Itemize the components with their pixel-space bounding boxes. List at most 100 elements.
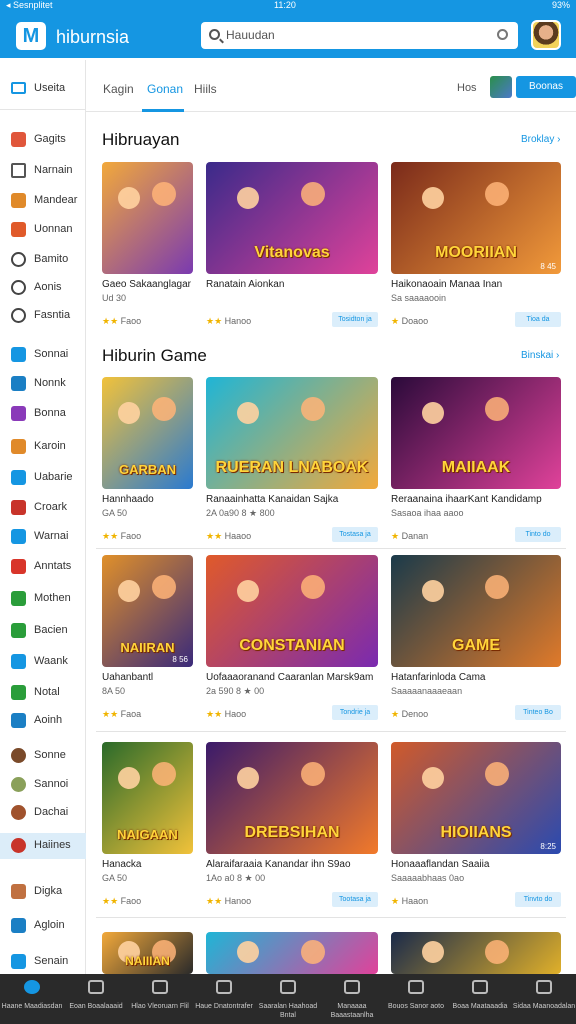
sidebar-item[interactable]: Bonna <box>0 401 86 427</box>
bottom-nav-item[interactable]: Hlao Vleoruarn Flil <box>128 974 192 1024</box>
profile-thumbnail[interactable] <box>490 76 512 98</box>
section-see-all-link[interactable]: Binskai › <box>521 350 559 361</box>
character-art <box>118 186 141 209</box>
game-thumbnail[interactable]: RUERAN LNABOAK <box>206 377 378 489</box>
action-button[interactable]: Boonas <box>516 76 576 98</box>
character-art <box>118 401 141 424</box>
game-meta: 8A 50 <box>102 686 126 696</box>
purple-app-icon <box>11 406 26 421</box>
game-thumbnail[interactable]: GAME <box>391 555 561 667</box>
calendar-icon <box>216 980 232 994</box>
game-thumbnail[interactable] <box>102 162 193 274</box>
sidebar-item[interactable]: Senain <box>0 949 86 975</box>
game-thumbnail[interactable]: NAIIRAN 8 56 <box>102 555 193 667</box>
sidebar-item[interactable]: Bamito <box>0 247 86 273</box>
character-art <box>484 939 509 964</box>
bottom-navigation: Haane Maadiasdan Eoan Boaalaaaid Hlao Vleo… <box>0 974 576 1024</box>
section-see-all-link[interactable]: Broklay › <box>521 134 560 145</box>
search-bar[interactable]: Hauudan <box>201 22 518 49</box>
sidebar-item-label: Dachai <box>34 806 69 818</box>
bottom-nav-item[interactable]: Bouos Sanor aoto <box>384 974 448 1024</box>
install-button[interactable]: Tinto do <box>515 527 561 542</box>
game-thumbnail[interactable]: NAIIIAN <box>102 932 193 974</box>
rating: ★★ Faoo <box>102 316 141 327</box>
search-input[interactable]: Hauudan <box>226 28 275 42</box>
sidebar-header[interactable]: Useita <box>0 60 86 110</box>
tab-kagin[interactable]: Kagin <box>103 82 134 96</box>
install-button[interactable]: Tostasa ja <box>332 527 378 542</box>
sidebar-item[interactable]: Sonnai <box>0 342 86 368</box>
sidebar-item[interactable]: Digka <box>0 879 86 905</box>
sidebar-item[interactable]: Warnai <box>0 524 86 550</box>
bottom-nav-item[interactable]: Eoan Boaalaaaid <box>64 974 128 1024</box>
item-count: 8 56 <box>172 655 188 664</box>
clipboard-icon <box>11 163 26 178</box>
star-icon: ★★ <box>206 709 225 719</box>
bottom-nav-item[interactable]: Saaralan Haahoad Bntal <box>256 974 320 1024</box>
sidebar-item[interactable]: Sannoi <box>0 772 86 798</box>
status-bar: ◂ Sesnplitet 11:20 93% <box>0 0 576 12</box>
install-button[interactable]: Tosidton ja <box>332 312 378 327</box>
sidebar-item[interactable]: Uabarie <box>0 465 86 491</box>
sidebar-item-label: Nonnk <box>34 377 66 389</box>
install-button[interactable]: Tootasa ja <box>332 892 378 907</box>
game-meta: GA 50 <box>102 873 128 883</box>
sidebar-header-label: Useita <box>34 82 66 94</box>
sidebar-item[interactable]: Mandear <box>0 188 86 214</box>
sidebar-item[interactable]: Aoinh <box>0 708 86 734</box>
bottom-nav-item[interactable]: Haane Maadiasdan <box>0 974 64 1024</box>
install-button[interactable]: Tinvto do <box>515 892 561 907</box>
sidebar-item[interactable]: Anntats <box>0 554 86 580</box>
sidebar-item[interactable]: Agloin <box>0 913 86 939</box>
sidebar-item[interactable]: Bacien <box>0 618 86 644</box>
badge-icon <box>11 347 26 362</box>
settings-icon <box>408 980 424 994</box>
game-thumbnail[interactable]: CONSTANIAN <box>206 555 378 667</box>
game-thumbnail[interactable]: HIOIIANS 8:25 <box>391 742 561 854</box>
settings-icon-2 <box>472 980 488 994</box>
sidebar-item[interactable]: Nonnk <box>0 371 86 397</box>
sidebar-item[interactable]: Sonne <box>0 743 86 769</box>
game-thumbnail[interactable] <box>391 932 561 974</box>
install-button[interactable]: Tondrie ja <box>332 705 378 720</box>
filter-label[interactable]: Hos <box>457 82 477 94</box>
sidebar-item[interactable]: Dachai <box>0 800 86 826</box>
sidebar-item[interactable]: Aonis <box>0 275 86 301</box>
sidebar-item[interactable]: Waank <box>0 649 86 675</box>
install-button[interactable]: Tioa da <box>515 312 561 327</box>
install-button[interactable]: Tinteo Bo <box>515 705 561 720</box>
game-logo-text: NAIGAAN <box>117 827 178 842</box>
sidebar-item[interactable]: Karoin <box>0 434 86 460</box>
sidebar-item[interactable]: Haiines <box>0 833 86 859</box>
sidebar-item[interactable]: Narnain <box>0 158 86 184</box>
game-thumbnail[interactable]: Vitanovas <box>206 162 378 274</box>
bottom-nav-item[interactable]: Manaaaa Baaastaanlha <box>320 974 384 1024</box>
game-thumbnail[interactable]: NAIGAAN <box>102 742 193 854</box>
tab-gonan[interactable]: Gonan <box>147 82 183 96</box>
bottom-nav-item[interactable]: Sidaa Maanoadalan <box>512 974 576 1024</box>
game-thumbnail[interactable]: GARBAN <box>102 377 193 489</box>
sidebar-item[interactable]: Mothen <box>0 586 86 612</box>
sidebar-item-label: Mandear <box>34 194 78 206</box>
game-thumbnail[interactable] <box>206 932 378 974</box>
game-name: Hannhaado <box>102 494 154 505</box>
search-submit-icon[interactable] <box>497 29 508 40</box>
app-logo[interactable]: M <box>16 22 46 50</box>
sidebar-item[interactable]: Notal <box>0 680 86 706</box>
game-thumbnail[interactable]: MOORIIAN 8 45 <box>391 162 561 274</box>
sidebar-item[interactable]: Gagits <box>0 127 86 153</box>
character-art <box>300 182 325 207</box>
globe-dark-icon <box>11 918 26 933</box>
star-icon: ★★ <box>102 709 121 719</box>
bottom-nav-item[interactable]: Haue Dnatontrafer <box>192 974 256 1024</box>
sidebar-item[interactable]: Uonnan <box>0 217 86 243</box>
sidebar-item[interactable]: Croark <box>0 495 86 521</box>
game-thumbnail[interactable]: DREBSIHAN <box>206 742 378 854</box>
bottom-nav-item[interactable]: Boaa Maataaadia <box>448 974 512 1024</box>
user-avatar[interactable] <box>531 20 561 50</box>
tab-hiils[interactable]: Hiils <box>194 82 217 96</box>
game-thumbnail[interactable]: MAIIAAK <box>391 377 561 489</box>
battery-level: 93% <box>551 0 570 10</box>
sidebar-item-label: Aoinh <box>34 714 63 726</box>
sidebar-item[interactable]: Fasntia <box>0 303 86 329</box>
